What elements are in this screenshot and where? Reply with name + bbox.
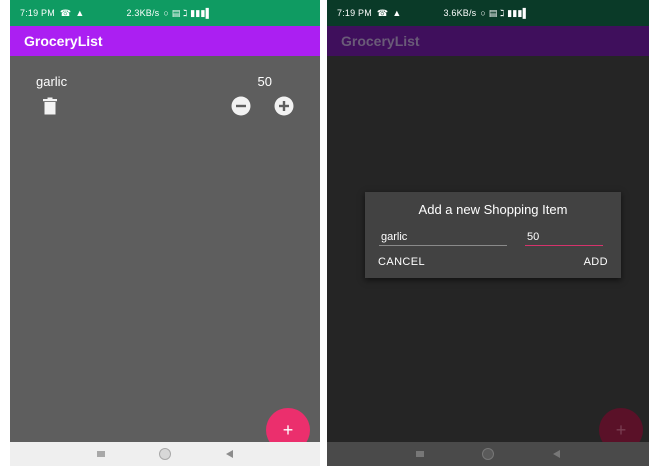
home-button[interactable] xyxy=(159,448,172,460)
home-button[interactable] xyxy=(482,448,495,460)
plus-circle-icon[interactable] xyxy=(274,96,294,116)
add-item-dialog: Add a new Shopping Item CANCEL ADD xyxy=(365,192,621,278)
add-button[interactable]: ADD xyxy=(584,256,608,268)
status-time: 7:19 PM xyxy=(20,8,55,18)
alert-icon: ▲ xyxy=(392,8,402,18)
status-bar: 7:19 PM ☎ ▲ 3.6KB/s ○ ▤ ℷ ▮▮▮▌ xyxy=(327,0,649,26)
app-title: GroceryList xyxy=(24,33,103,49)
dialog-title: Add a new Shopping Item xyxy=(418,202,568,217)
call-icon: ☎ xyxy=(376,7,389,18)
status-bar: 7:19 PM ☎ ▲ 2.3KB/s ○ ▤ ℷ ▮▮▮▌ xyxy=(10,0,320,26)
network-speed: 2.3KB/s xyxy=(126,8,160,18)
alert-icon: ▲ xyxy=(75,8,85,18)
item-name: garlic xyxy=(36,74,68,89)
status-icons: ○ ▤ ℷ ▮▮▮▌ xyxy=(163,7,213,18)
recents-button[interactable] xyxy=(416,451,425,457)
shopping-list: garlic 50 + xyxy=(10,56,320,452)
add-icon: + xyxy=(615,419,627,440)
network-speed: 3.6KB/s xyxy=(443,8,477,18)
nav-bar xyxy=(327,442,649,466)
app-bar: GroceryList xyxy=(10,26,320,56)
cancel-button[interactable]: CANCEL xyxy=(378,256,425,268)
back-button[interactable] xyxy=(552,450,560,458)
app-bar: GroceryList xyxy=(327,26,649,56)
item-amount: 50 xyxy=(257,74,272,89)
item-amount-input[interactable] xyxy=(525,228,603,246)
minus-circle-icon[interactable] xyxy=(231,96,251,116)
list-screen: 7:19 PM ☎ ▲ 2.3KB/s ○ ▤ ℷ ▮▮▮▌ GroceryLi… xyxy=(10,0,320,466)
back-button[interactable] xyxy=(225,450,233,458)
dimmed-content: Add a new Shopping Item CANCEL ADD + xyxy=(327,56,649,452)
status-icons: ○ ▤ ℷ ▮▮▮▌ xyxy=(480,7,530,18)
add-icon: + xyxy=(282,419,294,440)
trash-icon[interactable] xyxy=(41,97,59,115)
nav-bar xyxy=(10,442,320,466)
status-time: 7:19 PM xyxy=(337,8,372,18)
recents-button[interactable] xyxy=(97,451,106,457)
call-icon: ☎ xyxy=(59,7,72,18)
item-name-input[interactable] xyxy=(379,228,507,246)
app-title: GroceryList xyxy=(341,33,420,49)
dialog-screen: 7:19 PM ☎ ▲ 3.6KB/s ○ ▤ ℷ ▮▮▮▌ GroceryLi… xyxy=(327,0,649,466)
